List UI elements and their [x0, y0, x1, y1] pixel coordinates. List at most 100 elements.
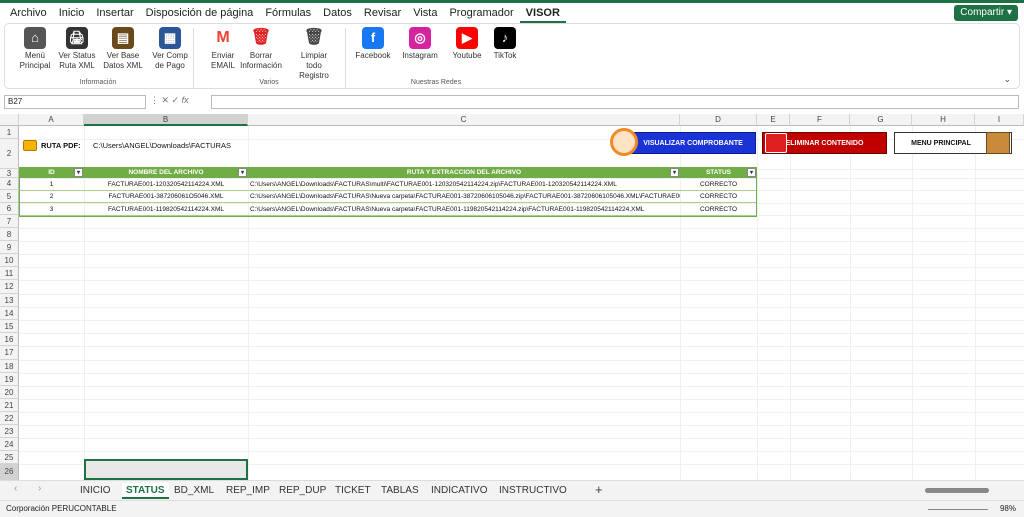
- ribbon-button-printer[interactable]: 🖨 Ver Status Ruta XML: [55, 27, 99, 71]
- menu-item-disposicindepgina[interactable]: Disposición de página: [140, 3, 260, 23]
- table-cell[interactable]: 3: [19, 204, 84, 216]
- row-header-6[interactable]: 6: [0, 203, 19, 215]
- column-header-e[interactable]: E: [757, 114, 790, 126]
- name-box[interactable]: B27: [4, 95, 146, 109]
- menu-item-inicio[interactable]: Inicio: [53, 3, 91, 23]
- sheet-tab-tablas[interactable]: TABLAS: [381, 483, 419, 499]
- ribbon-button-document[interactable]: ▦ Ver Comp de Pago: [148, 27, 192, 71]
- row-header-8[interactable]: 8: [0, 228, 19, 241]
- column-header-f[interactable]: F: [790, 114, 850, 126]
- ribbon-button-instagram[interactable]: ◎ Instagram: [398, 27, 442, 61]
- row-header-7[interactable]: 7: [0, 215, 19, 228]
- column-header-b[interactable]: B: [84, 114, 248, 126]
- row-header-21[interactable]: 21: [0, 399, 19, 412]
- ribbon-button-tiktok[interactable]: ♪ TikTok: [483, 27, 527, 61]
- menu-item-frmulas[interactable]: Fórmulas: [259, 3, 317, 23]
- row-header-25[interactable]: 25: [0, 451, 19, 464]
- ribbon-button-home[interactable]: ⌂ Menú Principal: [13, 27, 57, 71]
- sheet-tab-inicio[interactable]: INICIO: [80, 483, 111, 499]
- filter-dropdown-icon[interactable]: ▾: [747, 168, 756, 177]
- share-button[interactable]: Compartir ▾: [954, 5, 1018, 21]
- menu-item-revisar[interactable]: Revisar: [358, 3, 407, 23]
- table-cell[interactable]: CORRECTO: [680, 179, 757, 191]
- menu-item-datos[interactable]: Datos: [317, 3, 358, 23]
- column-header-i[interactable]: I: [975, 114, 1024, 126]
- filter-dropdown-icon[interactable]: ▾: [74, 168, 83, 177]
- row-header-16[interactable]: 16: [0, 333, 19, 346]
- zoom-slider[interactable]: [928, 509, 988, 510]
- sheet-tab-instructivo[interactable]: INSTRUCTIVO: [499, 483, 567, 499]
- column-header-h[interactable]: H: [912, 114, 975, 126]
- selected-cell-b27[interactable]: [84, 459, 248, 480]
- filter-dropdown-icon[interactable]: ▾: [238, 168, 247, 177]
- sheet-tab-indicativo[interactable]: INDICATIVO: [431, 483, 487, 499]
- filter-dropdown-icon[interactable]: ▾: [670, 168, 679, 177]
- row-header-1[interactable]: 1: [0, 126, 19, 139]
- table-cell[interactable]: 2: [19, 191, 84, 203]
- ribbon-button-trash[interactable]: 🗑 Borrar Información: [239, 27, 283, 71]
- collapse-ribbon-icon[interactable]: ⌄: [1003, 74, 1011, 85]
- row-header-14[interactable]: 14: [0, 307, 19, 320]
- row-header-20[interactable]: 20: [0, 386, 19, 399]
- zoom-level[interactable]: 98%: [1000, 501, 1016, 517]
- table-cell[interactable]: C:\Users\ANGEL\Downloads\FACTURAS\Nueva …: [248, 204, 680, 216]
- row-header-23[interactable]: 23: [0, 425, 19, 438]
- row-header-12[interactable]: 12: [0, 280, 19, 294]
- sheet-tab-bd_xml[interactable]: BD_XML: [174, 483, 214, 499]
- menu-item-programador[interactable]: Programador: [443, 3, 519, 23]
- sheet-tab-ticket[interactable]: TICKET: [335, 483, 371, 499]
- formula-input[interactable]: [211, 95, 1019, 109]
- function-icon[interactable]: ⋮ ✕ ✓ fx: [150, 95, 210, 106]
- row-header-19[interactable]: 19: [0, 373, 19, 386]
- sheet-tab-rep_dup[interactable]: REP_DUP: [279, 483, 326, 499]
- row-header-26[interactable]: 26: [0, 464, 19, 480]
- row-header-10[interactable]: 10: [0, 254, 19, 267]
- column-header-d[interactable]: D: [680, 114, 757, 126]
- column-header-c[interactable]: C: [248, 114, 680, 126]
- menu-item-vista[interactable]: Vista: [407, 3, 443, 23]
- gridline-h: [19, 320, 1024, 321]
- row-header-15[interactable]: 15: [0, 320, 19, 333]
- select-all-corner[interactable]: [0, 114, 19, 126]
- ribbon-button-label: Ver Status Ruta XML: [58, 51, 96, 70]
- row-header-13[interactable]: 13: [0, 294, 19, 307]
- menu-item-insertar[interactable]: Insertar: [90, 3, 139, 23]
- row-header-11[interactable]: 11: [0, 267, 19, 280]
- table-cell[interactable]: FACTURAE001-387206061O5046.XML: [84, 191, 248, 203]
- table-cell[interactable]: C:\Users\ANGEL\Downloads\FACTURAS\multi\…: [248, 179, 680, 191]
- table-cell[interactable]: FACTURAE001-119820542114224.XML: [84, 204, 248, 216]
- row-header-22[interactable]: 22: [0, 412, 19, 425]
- row-header-2[interactable]: 2: [0, 139, 19, 169]
- ruta-pdf-value[interactable]: C:\Users\ANGEL\Downloads\FACTURAS: [93, 140, 231, 152]
- table-cell[interactable]: FACTURAE001-120320542114224.XML: [84, 179, 248, 191]
- row-header-24[interactable]: 24: [0, 438, 19, 451]
- gridline-h: [19, 399, 1024, 400]
- horizontal-scrollbar[interactable]: [925, 488, 989, 493]
- home-icon: ⌂: [24, 27, 46, 49]
- table-cell[interactable]: CORRECTO: [680, 191, 757, 203]
- menu-item-archivo[interactable]: Archivo: [4, 3, 53, 23]
- table-cell[interactable]: C:\Users\ANGEL\Downloads\FACTURAS\Nueva …: [248, 191, 680, 203]
- menu-item-visor[interactable]: VISOR: [519, 3, 566, 23]
- sheet-tab-status[interactable]: STATUS: [122, 483, 169, 499]
- add-sheet-button[interactable]: +: [595, 482, 603, 497]
- table-cell[interactable]: CORRECTO: [680, 204, 757, 216]
- scroll-right-icon[interactable]: ›: [38, 483, 41, 494]
- row-header-18[interactable]: 18: [0, 360, 19, 373]
- scroll-left-icon[interactable]: ‹: [14, 483, 17, 494]
- visualizar-comprobante-button[interactable]: VISUALIZAR COMPROBANTE: [630, 132, 756, 154]
- trash-can-icon: 🗑: [303, 27, 325, 49]
- column-header-a[interactable]: A: [19, 114, 84, 126]
- row-header-9[interactable]: 9: [0, 241, 19, 254]
- sheet-tab-rep_imp[interactable]: REP_IMP: [226, 483, 270, 499]
- row-header-4[interactable]: 4: [0, 178, 19, 190]
- table-cell[interactable]: 1: [19, 179, 84, 191]
- row-header-3[interactable]: 3: [0, 169, 19, 178]
- ribbon-button-database[interactable]: ▤ Ver Base Datos XML: [101, 27, 145, 71]
- ribbon-button-facebook[interactable]: f Facebook: [351, 27, 395, 61]
- row-header-5[interactable]: 5: [0, 190, 19, 203]
- column-header-g[interactable]: G: [850, 114, 912, 126]
- ribbon-button-trash-can[interactable]: 🗑 Limpiar todo Registro: [292, 27, 336, 81]
- ribbon-button-label: Youtube: [452, 51, 482, 60]
- row-header-17[interactable]: 17: [0, 346, 19, 360]
